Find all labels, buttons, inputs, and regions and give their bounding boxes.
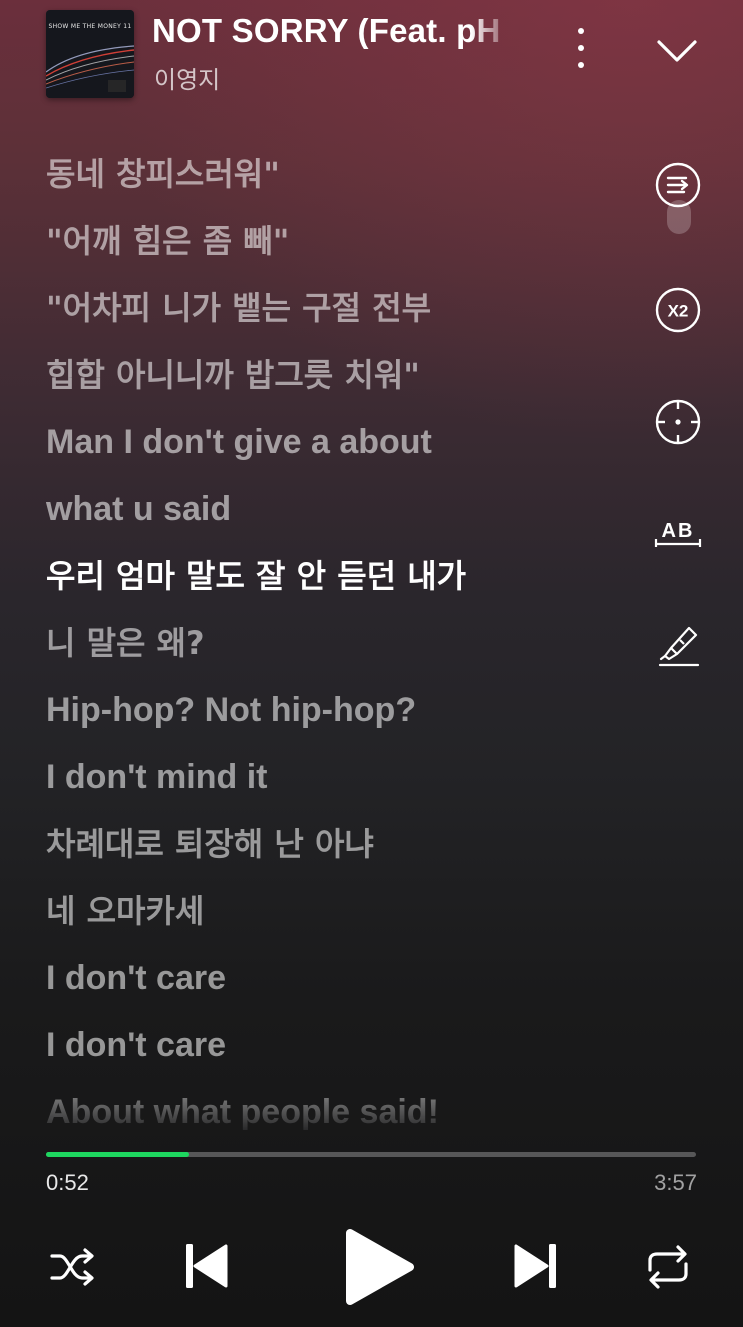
highlight-button[interactable]	[653, 620, 703, 670]
track-title[interactable]: NOT SORRY (Feat. pH	[152, 12, 514, 50]
lyric-line[interactable]: 동네 창피스러워"	[46, 154, 280, 194]
skip-previous-icon	[186, 1244, 228, 1288]
lyrics-screen: SHOW ME THE MONEY 11 NOT SORRY (Feat. pH…	[0, 0, 743, 1327]
track-artist[interactable]: 이영지	[154, 60, 220, 95]
elapsed-time: 0:52	[46, 1170, 89, 1195]
repeat-button[interactable]	[644, 1244, 692, 1294]
queue-icon	[655, 162, 701, 208]
album-art-caption: SHOW ME THE MONEY 11	[48, 23, 132, 30]
lyric-line[interactable]: Man I don't give a about	[46, 422, 432, 462]
lyrics-list[interactable]: 동네 창피스러워" "어깨 힘은 좀 빼" "어차피 니가 뱉는 구절 전부힙합 아…	[46, 108, 616, 1138]
more-options-button[interactable]	[560, 26, 602, 70]
next-button[interactable]	[512, 1240, 560, 1296]
lyric-line[interactable]: I don't care	[46, 958, 226, 998]
repeat-icon	[648, 1245, 688, 1289]
previous-button[interactable]	[182, 1240, 230, 1296]
crosshair-icon	[655, 399, 701, 445]
speed-label: X2	[668, 302, 689, 321]
current-lyric-line[interactable]: 우리 엄마 말도 잘 안 듣던 내가	[46, 556, 466, 596]
speed-x2-icon: X2	[655, 287, 701, 333]
shuffle-button[interactable]	[48, 1244, 98, 1294]
lyric-line[interactable]: 힙합 아니니까 밥그릇 치워"	[46, 355, 420, 395]
translate-ab-icon: AB	[654, 520, 702, 547]
locate-button[interactable]	[653, 397, 703, 447]
highlighter-icon	[658, 626, 700, 667]
playback-progress-fill	[46, 1152, 189, 1157]
lyric-line[interactable]: I don't mind it	[46, 757, 267, 797]
album-art[interactable]: SHOW ME THE MONEY 11	[46, 10, 134, 98]
speed-button[interactable]: X2	[653, 285, 703, 335]
total-duration: 3:57	[654, 1170, 697, 1195]
lyric-line[interactable]: 네 오마카세	[46, 891, 204, 931]
playback-controls	[0, 1220, 743, 1320]
queue-button[interactable]	[653, 160, 703, 210]
skip-next-icon	[514, 1244, 556, 1288]
more-vertical-icon	[578, 28, 584, 34]
shuffle-icon	[50, 1248, 94, 1286]
lyric-line[interactable]: "어깨 힘은 좀 빼"	[46, 221, 289, 261]
lyric-line[interactable]: what u said	[46, 489, 231, 529]
lyric-line[interactable]: 차례대로 퇴장해 난 아냐	[46, 824, 374, 864]
lyric-line[interactable]: I don't care	[46, 1025, 226, 1065]
translate-button[interactable]: AB	[651, 508, 705, 558]
translate-label: AB	[662, 520, 695, 542]
lyric-line[interactable]: "어차피 니가 뱉는 구절 전부	[46, 288, 431, 328]
lyric-line[interactable]: Hip-hop? Not hip-hop?	[46, 690, 416, 730]
play-button[interactable]	[338, 1225, 418, 1313]
lyric-line[interactable]: 니 말은 왜?	[46, 623, 205, 663]
playback-progress-bar[interactable]	[46, 1152, 696, 1157]
chevron-down-icon	[657, 40, 697, 62]
now-playing-header: SHOW ME THE MONEY 11 NOT SORRY (Feat. pH…	[0, 0, 743, 110]
lyric-line[interactable]: About what people said!	[46, 1092, 439, 1132]
collapse-button[interactable]	[654, 30, 700, 70]
play-icon	[346, 1229, 414, 1305]
